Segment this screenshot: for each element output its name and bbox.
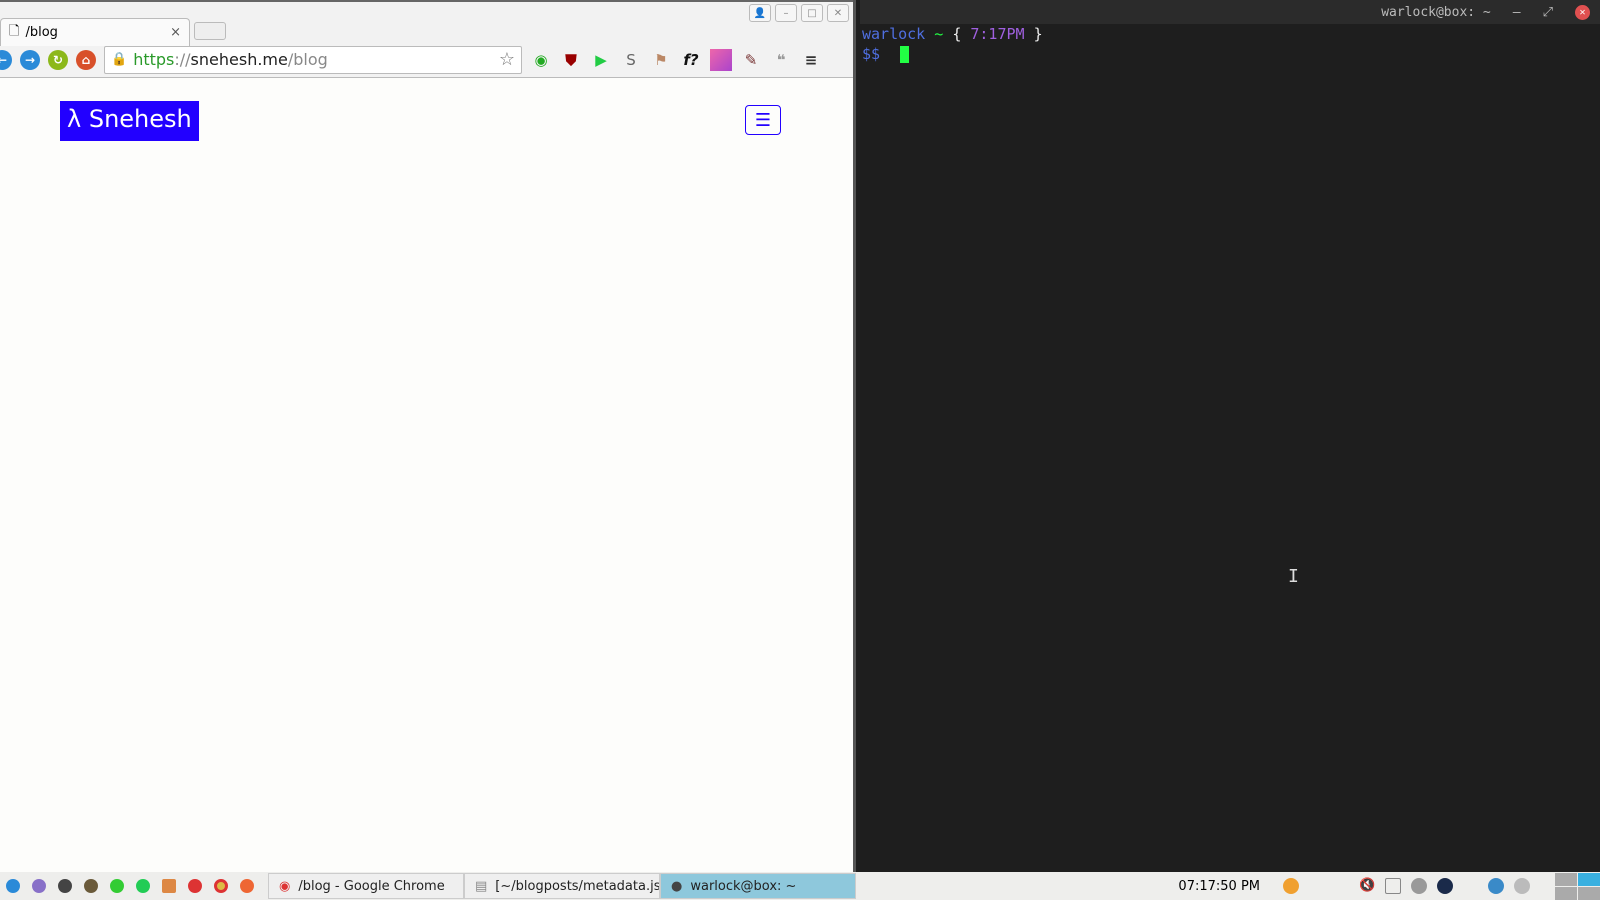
url-sep: ://	[174, 50, 191, 69]
close-icon[interactable]: ✕	[827, 4, 849, 22]
hangouts-icon[interactable]: ❝	[770, 49, 792, 71]
launcher-green-icon[interactable]	[110, 879, 124, 893]
text-cursor-icon: I	[1288, 566, 1299, 587]
task-chrome[interactable]: ◉ /blog - Google Chrome	[268, 873, 464, 899]
clock-tray-icon[interactable]	[1437, 878, 1453, 894]
task-terminal[interactable]: ● warlock@box: ~	[660, 873, 856, 899]
pushbullet-icon[interactable]: ▶	[590, 49, 612, 71]
workspace-4[interactable]	[1578, 886, 1600, 900]
address-bar[interactable]: 🔒 https://snehesh.me/blog ☆	[104, 45, 522, 74]
prompt-brace-close: }	[1033, 25, 1043, 43]
settings-icon[interactable]	[1514, 878, 1530, 894]
url-scheme: https	[133, 50, 175, 69]
prompt-brace-open: {	[952, 25, 962, 43]
task-label: /blog - Google Chrome	[298, 878, 445, 894]
volume-muted-icon[interactable]: 🔇	[1359, 878, 1375, 894]
editor-icon: ▤	[475, 878, 488, 894]
terminal-maximize-icon[interactable]: ⤢	[1543, 5, 1553, 20]
page-icon: 🗋	[9, 23, 20, 39]
terminal-close-icon[interactable]: ✕	[1575, 4, 1590, 20]
launcher-slack-icon[interactable]	[162, 879, 176, 893]
launcher-files-icon[interactable]	[32, 879, 46, 893]
terminal-icon: ●	[671, 878, 683, 894]
dropbox-icon[interactable]	[1385, 878, 1401, 894]
lock-icon: 🔒	[111, 52, 128, 67]
terminal-title: warlock@box: ~	[1381, 4, 1491, 20]
terminal-cursor	[900, 46, 910, 63]
prompt-dir: ~	[934, 25, 944, 43]
forward-icon[interactable]: →	[20, 49, 40, 70]
weather-icon[interactable]	[1283, 878, 1299, 894]
tab-title: /blog	[25, 25, 58, 40]
eyedropper-icon[interactable]: ✎	[740, 49, 762, 71]
task-label: [~/blogposts/metadata.js...	[495, 878, 660, 894]
launcher-terminal-icon[interactable]	[58, 879, 72, 893]
reload-icon[interactable]: ↻	[48, 49, 68, 70]
url-host: snehesh.me	[190, 50, 288, 69]
site-logo[interactable]: λ Snehesh	[60, 101, 199, 141]
prompt-time: 7:17PM	[970, 25, 1025, 43]
workspace-3[interactable]	[1555, 886, 1577, 900]
profile-icon[interactable]: 👤	[749, 4, 771, 22]
chrome-menu-icon[interactable]: ≡	[800, 49, 822, 71]
terminal-window[interactable]: warlock@box: ~ – ⤢ ✕ warlock ~ { 7:17PM …	[860, 0, 1600, 872]
fontface-ninja-icon[interactable]: f?	[680, 49, 702, 71]
home-icon[interactable]: ⌂	[76, 49, 96, 70]
taskbar: ◉ /blog - Google Chrome ▤ [~/blogposts/met…	[0, 872, 1600, 900]
launcher-app-icon[interactable]	[6, 879, 20, 893]
clock[interactable]: 07:17:50 PM	[1178, 879, 1260, 894]
prompt-user: warlock	[862, 25, 926, 43]
browser-toolbar: ← → ↻ ⌂ 🔒 https://snehesh.me/blog ☆ ◉ ⛊ …	[0, 42, 853, 78]
ext-1-icon[interactable]: ◉	[530, 49, 552, 71]
chrome-icon: ◉	[279, 878, 291, 894]
workspace-2[interactable]	[1578, 872, 1600, 886]
terminal-minimize-icon[interactable]: –	[1513, 5, 1521, 20]
input-line[interactable]: $$	[860, 44, 1600, 64]
minimize-icon[interactable]: –	[775, 4, 797, 22]
signpost-icon[interactable]: ⚑	[650, 49, 672, 71]
launcher-s-icon[interactable]	[84, 879, 98, 893]
hangouts-tray-icon[interactable]	[1411, 878, 1427, 894]
launcher-firefox-icon[interactable]	[240, 879, 254, 893]
sync-icon[interactable]	[1488, 878, 1504, 894]
launcher-spotify-icon[interactable]	[136, 879, 150, 893]
s-extension-icon[interactable]: S	[620, 49, 642, 71]
back-icon[interactable]: ←	[0, 49, 12, 70]
task-editor[interactable]: ▤ [~/blogposts/metadata.js...	[464, 873, 660, 899]
hamburger-menu-button[interactable]: ☰	[745, 105, 781, 135]
web-page: λ Snehesh ☰	[0, 78, 853, 870]
new-tab-button[interactable]	[194, 22, 226, 40]
task-label: warlock@box: ~	[690, 878, 797, 894]
ublock-origin-icon[interactable]: ⛊	[560, 49, 582, 71]
browser-window: 🗋 /blog × 👤 – □ ✕ ← → ↻ ⌂ 🔒 https://sneh…	[0, 0, 856, 872]
tab-close-icon[interactable]: ×	[170, 25, 181, 40]
workspace-1[interactable]	[1555, 872, 1577, 886]
launcher-vivaldi-icon[interactable]	[188, 879, 202, 893]
tab-blog[interactable]: 🗋 /blog ×	[0, 18, 190, 46]
prompt-symbol: $$	[862, 45, 881, 63]
workspace-pager[interactable]	[1555, 872, 1600, 900]
terminal-titlebar: warlock@box: ~ – ⤢ ✕	[860, 0, 1600, 24]
url-path: /blog	[287, 50, 328, 69]
tab-strip: 🗋 /blog × 👤 – □ ✕	[0, 0, 853, 46]
prompt-line: warlock ~ { 7:17PM }	[860, 24, 1600, 44]
color-palette-icon[interactable]	[710, 48, 732, 71]
launcher-chrome-icon[interactable]	[214, 879, 228, 893]
maximize-icon[interactable]: □	[801, 4, 823, 22]
bookmark-star-icon[interactable]: ☆	[499, 49, 515, 70]
